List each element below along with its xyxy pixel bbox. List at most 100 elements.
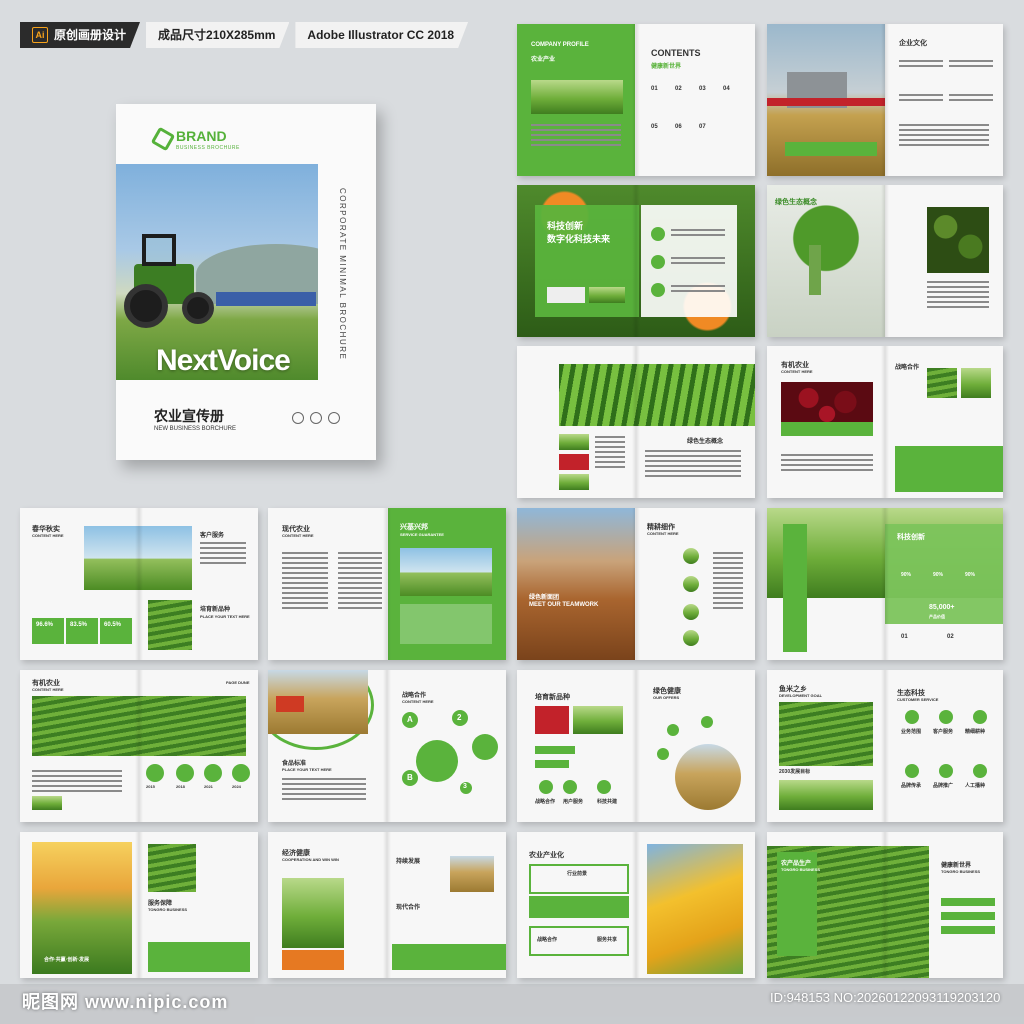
contents-num: 02 — [675, 86, 682, 92]
tech-title2: 数字化科技未来 — [547, 234, 611, 244]
service-guarantee: 服务保障 — [148, 901, 173, 907]
cell-4: 品牌传承 — [901, 783, 922, 789]
contents-num: 06 — [675, 124, 682, 130]
spread-culture: 企业文化 — [767, 24, 1003, 176]
service-title: 客户服务 — [200, 533, 225, 539]
size-label: 成品尺寸210X285mm — [146, 22, 289, 48]
stat-2: 83.5% — [70, 622, 88, 628]
new-variety-sub: PLACE YOUR TEXT HERE — [200, 614, 250, 619]
contents-num: 01 — [651, 86, 658, 92]
world-title: 健康新世界 — [941, 863, 972, 869]
spread-organic: 有机农业 CONTENT HERE 战略合作 — [767, 346, 1003, 498]
fishland-sub: DEVELOPMENT GOAL — [779, 693, 823, 698]
spread-industry: 农业产业化 战略合作 行业前景 服务共享 — [517, 832, 755, 978]
economy-sub: COOPERATION AND WIN WIN — [282, 857, 339, 862]
strategy-sub: CONTENT HERE — [402, 699, 434, 704]
spread-modern: 现代农业 CONTENT HERE 兴基兴邦 SERVICE GUARANTEE — [268, 508, 506, 660]
spread-eco-fields: 绿色生态概念 — [517, 346, 755, 498]
home-icon — [292, 412, 304, 424]
year-goal: 2030发展目标 — [779, 769, 811, 775]
cell-3: 精细耕种 — [965, 729, 986, 735]
organic-sub: CONTENT HERE — [781, 369, 813, 374]
strategy-title: 战略合作 — [402, 693, 427, 699]
production-sub: TONGRO BUSINESS — [781, 867, 821, 872]
design-label: Ai 原创画册设计 — [20, 22, 140, 48]
spread-strategy: 食品标准 PLACE YOUR TEXT HERE 战略合作 CONTENT H… — [268, 670, 506, 822]
eco-fields-title: 绿色生态概念 — [687, 439, 724, 445]
spread-green: 培育新品种 战略合作 用户服务 科技共建 绿色健康 OUR OFFERS — [517, 670, 755, 822]
node-b: B — [407, 773, 413, 782]
spread-organic2: 有机农业 CONTENT HERE PAGE DUNE 2015 2018 20… — [20, 670, 258, 822]
year-1: 2015 — [146, 784, 155, 789]
node-3: 3 — [463, 783, 467, 790]
food-standard: 食品标准 — [282, 761, 307, 767]
tech-title: 科技创新 — [547, 221, 584, 231]
watermark-site: 昵图网 www.nipic.com — [22, 992, 229, 1012]
food-standard-sub: PLACE YOUR TEXT HERE — [282, 767, 332, 772]
spread-eco-concept: 绿色生态概念 — [767, 185, 1003, 337]
culture-title: 企业文化 — [899, 40, 927, 47]
service-guarantee-sub: TONGRO BUSINESS — [148, 907, 188, 912]
service-slogan: 合作·共赢·创新·发展 — [44, 957, 89, 963]
eco-title: 绿色生态概念 — [775, 199, 817, 206]
industry-title: 农业产业化 — [529, 852, 564, 859]
item-1: 战略合作 — [535, 799, 556, 805]
year-4: 2024 — [232, 784, 241, 789]
cover-subtitle: NEW BUSINESS BORCHURE — [154, 426, 237, 432]
new-variety-title: 培育新品种 — [200, 607, 231, 613]
spread-farming: 绿色新面团 MEET OUR TEAMWORK 精耕细作 CONTENT HER… — [517, 508, 755, 660]
variety-title: 培育新品种 — [535, 694, 570, 701]
organic-right: 战略合作 — [895, 365, 920, 371]
right-title: 兴基兴邦 — [400, 524, 428, 531]
spread-harvest: 春华秋实 CONTENT HERE 96.6% 83.5% 60.5% 客户服务… — [20, 508, 258, 660]
design-label-text: 原创画册设计 — [54, 28, 127, 42]
spread-service: 合作·共赢·创新·发展 服务保障 TONGRO BUSINESS — [20, 832, 258, 978]
cell-2: 客户服务 — [933, 729, 954, 735]
cell-1: 业务范围 — [901, 729, 922, 735]
spread-contents: COMPANY PROFILE 农业产业 CONTENTS 健康新世界 01 0… — [517, 24, 755, 176]
phone-icon — [328, 412, 340, 424]
tech2-big-label: 产品价值 — [929, 614, 945, 619]
organic2-sub: CONTENT HERE — [32, 687, 64, 692]
tech2-stat3: 90% — [965, 572, 976, 578]
spread-tech: 科技创新 数字化科技未来 — [517, 185, 755, 337]
spread-production: 农产品生产 TONGRO BUSINESS 健康新世界 TONGRO BUSIN… — [767, 832, 1003, 978]
right-sub: SERVICE GUARANTEE — [400, 532, 444, 537]
harvest-sub: CONTENT HERE — [32, 533, 64, 538]
economy-right: 持续发展 — [396, 859, 421, 865]
spread-economy: 经济健康 COOPERATION AND WIN WIN 持续发展 现代合作 — [268, 832, 506, 978]
tech2-num1: 01 — [901, 634, 908, 640]
node-a: A — [407, 715, 413, 724]
year-2: 2018 — [176, 784, 185, 789]
industry-item-2: 行业前景 — [567, 871, 588, 877]
contents-num: 07 — [699, 124, 706, 130]
cover-vertical-text: CORPORATE MINIMAL BROCHURE — [338, 188, 347, 361]
tech2-big: 85,000+ — [929, 604, 955, 611]
contents-num: 03 — [699, 86, 706, 92]
green-sub: OUR OFFERS — [653, 695, 680, 700]
cover-logo-text: NextVoice — [156, 344, 291, 377]
tech2-num2: 02 — [947, 634, 954, 640]
item-2: 用户服务 — [563, 799, 584, 805]
world-sub: TONGRO BUSINESS — [941, 869, 981, 874]
economy-mid: 现代合作 — [396, 905, 421, 911]
contents-subtitle: 健康新世界 — [651, 64, 682, 70]
brochure-cover: BRAND BUSINESS BROCHURE CORPORATE MINIMA… — [116, 104, 376, 460]
eco-tech-sub: CUSTOMER SERVICE — [897, 697, 939, 702]
contents-num: 04 — [723, 86, 730, 92]
illustrator-icon: Ai — [32, 27, 48, 43]
production-title: 农产品生产 — [781, 861, 812, 867]
year-3: 2021 — [204, 784, 213, 789]
item-3: 科技共建 — [597, 799, 618, 805]
watermark-id: ID:948153 NO:20260122093119203120 — [770, 990, 1001, 1005]
cover-icons — [292, 412, 340, 424]
brand-name: BRAND — [176, 128, 227, 144]
stat-1: 96.6% — [36, 622, 54, 628]
spread-fishland: 鱼米之乡 DEVELOPMENT GOAL 2030发展目标 生态科技 CUST… — [767, 670, 1003, 822]
industry-item-1: 战略合作 — [537, 937, 558, 943]
tech2-stat1: 90% — [901, 572, 912, 578]
farming-left-sub: MEET OUR TEAMWORK — [529, 602, 599, 608]
farming-sub: CONTENT HERE — [647, 531, 679, 536]
company-profile-cn: 农业产业 — [531, 57, 556, 63]
cell-6: 人工播种 — [965, 783, 986, 789]
